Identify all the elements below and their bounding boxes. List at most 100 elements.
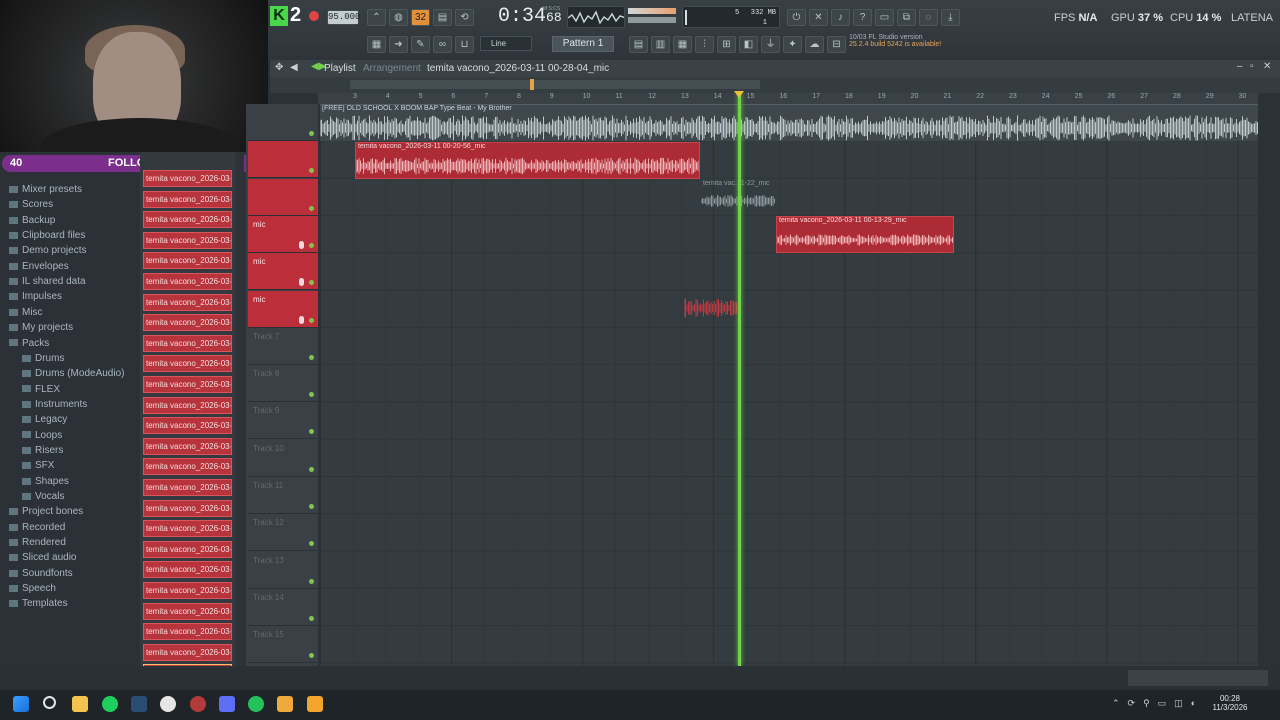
- cart-icon[interactable]: ⊟: [827, 36, 846, 53]
- close-icon[interactable]: ✕: [1263, 61, 1271, 72]
- browser-item[interactable]: Risers: [22, 443, 63, 458]
- master-volume[interactable]: [628, 8, 676, 14]
- browser-item[interactable]: Speech: [9, 581, 56, 596]
- browser-item[interactable]: IL shared data: [9, 274, 86, 289]
- help-icon[interactable]: ?: [853, 9, 872, 26]
- tray-icons[interactable]: ⌃⟳⚲▭◫◐: [1112, 698, 1202, 710]
- snap-selector[interactable]: Line: [480, 36, 532, 51]
- vertical-scrollbar[interactable]: [1259, 104, 1271, 666]
- picker-clip[interactable]: temita vacono_2026-03-...: [143, 396, 232, 414]
- track-enable-icon[interactable]: [309, 280, 314, 286]
- piano-roll-icon[interactable]: ▥: [651, 36, 670, 53]
- chat-icon[interactable]: ◌: [919, 9, 938, 26]
- cloud-icon[interactable]: ☁: [805, 36, 824, 53]
- obs-icon[interactable]: [160, 696, 176, 712]
- speaker-icon[interactable]: ◀: [290, 62, 298, 73]
- browser-item[interactable]: Packs: [9, 336, 49, 351]
- track-enable-icon[interactable]: [309, 131, 314, 136]
- whatsapp-icon[interactable]: [248, 696, 264, 712]
- picker-clip[interactable]: temita vacono_2026-03-...: [143, 211, 232, 229]
- track-mic-icon[interactable]: [299, 240, 304, 249]
- download-icon[interactable]: ⤓: [941, 9, 960, 26]
- browser-item[interactable]: Templates: [9, 596, 68, 611]
- steam-icon[interactable]: [131, 696, 147, 712]
- scroll-handle[interactable]: [530, 79, 534, 90]
- track-header[interactable]: [248, 141, 318, 179]
- loop-record-icon[interactable]: ⟲: [455, 9, 474, 26]
- picker-clip[interactable]: temita vacono_2026-03-...: [143, 334, 232, 352]
- browser-icon[interactable]: ⊞: [717, 36, 736, 53]
- track-header[interactable]: Track 10: [248, 440, 318, 477]
- browser-item[interactable]: SFX: [22, 458, 54, 473]
- track-header[interactable]: Track 14: [248, 589, 318, 626]
- browser-item[interactable]: Project bones: [9, 504, 83, 519]
- picker-clip[interactable]: temita vacono_2026-03-...: [143, 355, 232, 373]
- track-mic-icon[interactable]: [299, 315, 304, 324]
- tools-icon[interactable]: ✕: [809, 9, 828, 26]
- play-arrow-icon[interactable]: ➜: [389, 36, 408, 53]
- panic-icon[interactable]: ⏻: [787, 9, 806, 26]
- track-header[interactable]: Track 13: [248, 552, 318, 589]
- master-pitch[interactable]: [628, 17, 676, 23]
- wrench-icon[interactable]: ✦: [783, 36, 802, 53]
- browser-item[interactable]: Recorded: [9, 520, 65, 535]
- track-enable-icon[interactable]: [309, 615, 314, 621]
- track-enable-icon[interactable]: [309, 466, 314, 472]
- picker-clip[interactable]: temita vacono_2026-03-...: [143, 376, 232, 393]
- picker-scrollbar[interactable]: [235, 152, 244, 666]
- discord-icon[interactable]: [219, 696, 235, 712]
- picker-clip[interactable]: temita vacono_2026-03-...: [143, 582, 232, 599]
- picker-clip[interactable]: temita vacono_2026-03-...: [143, 252, 232, 270]
- browser-item[interactable]: Mixer presets: [9, 182, 82, 197]
- browser-item[interactable]: Impulses: [9, 289, 62, 304]
- arrangement-grid[interactable]: [FREE] OLD SCHOOL X BOOM BAP Type Beat -…: [320, 104, 1258, 666]
- mixer-icon[interactable]: ⫶: [695, 36, 714, 53]
- picker-clip[interactable]: temita vacono_2026-03-...: [143, 520, 232, 538]
- track-mic-icon[interactable]: [299, 278, 304, 287]
- beat-audio-clip[interactable]: [FREE] OLD SCHOOL X BOOM BAP Type Beat -…: [320, 104, 1258, 141]
- browser-item[interactable]: Misc: [9, 305, 43, 320]
- track-enable-icon[interactable]: [309, 168, 314, 174]
- track-header[interactable]: Track 8: [248, 365, 318, 403]
- track-enable-icon[interactable]: [309, 429, 314, 435]
- vocal-clip-1[interactable]: temita vacono_2026-03-11 00-20-56_mic: [355, 142, 700, 179]
- picker-clip[interactable]: temita vacono_2026-03-...: [143, 273, 232, 290]
- tempo-display[interactable]: 95.000: [327, 10, 360, 25]
- countdown-button[interactable]: 32: [411, 9, 430, 26]
- plug-icon[interactable]: ⏚: [761, 36, 780, 53]
- news-panel[interactable]: 10/03 FL Studio version 25.2.4 build 524…: [849, 34, 957, 56]
- browser-item[interactable]: Backup: [9, 213, 55, 228]
- app-icon[interactable]: [277, 696, 293, 712]
- browser-item[interactable]: Envelopes: [9, 259, 69, 274]
- track-enable-icon[interactable]: [309, 242, 314, 248]
- picker-clip[interactable]: temita vacono_2026-03-...: [143, 561, 232, 579]
- playhead-marker-icon[interactable]: [734, 91, 744, 98]
- browser-item[interactable]: Scores: [9, 197, 53, 212]
- browser-item[interactable]: Demo projects: [9, 243, 86, 258]
- browser-item[interactable]: Loops: [22, 428, 62, 443]
- browser-item[interactable]: FLEX: [22, 382, 60, 397]
- picker-clip[interactable]: temita vacono_2026-03-...: [143, 458, 232, 476]
- track-enable-icon[interactable]: [309, 205, 314, 211]
- track-header[interactable]: mic: [248, 215, 318, 253]
- track-enable-icon[interactable]: [309, 392, 314, 398]
- track-header[interactable]: [248, 104, 318, 141]
- blend-notes-icon[interactable]: ▤: [433, 9, 452, 26]
- vocal-clip-3[interactable]: temita vacono_2026-03-11 00-13-29_mic: [776, 216, 954, 253]
- browser-item[interactable]: Instruments: [22, 397, 87, 412]
- browser-item[interactable]: Drums (ModeAudio): [22, 366, 124, 381]
- file-explorer-icon[interactable]: [72, 696, 88, 712]
- track-header[interactable]: Track 15: [248, 626, 318, 664]
- track-header[interactable]: Track 11: [248, 477, 318, 514]
- track-header[interactable]: Track 12: [248, 514, 318, 552]
- picker-clip[interactable]: temita vacono_2026-03-...: [143, 540, 232, 558]
- picker-clip[interactable]: temita vacono_2026-03-...: [143, 417, 232, 435]
- picker-clip[interactable]: temita vacono_2026-03-...: [143, 602, 232, 620]
- windows-start-icon[interactable]: [13, 696, 29, 712]
- track-enable-icon[interactable]: [309, 578, 314, 584]
- metronome-icon[interactable]: ⌃: [367, 9, 386, 26]
- track-header[interactable]: mic: [248, 253, 318, 291]
- picker-clip[interactable]: temita vacono_2026-03-...: [143, 499, 232, 517]
- track-header[interactable]: [248, 178, 318, 216]
- track-header[interactable]: Track 7: [248, 328, 318, 365]
